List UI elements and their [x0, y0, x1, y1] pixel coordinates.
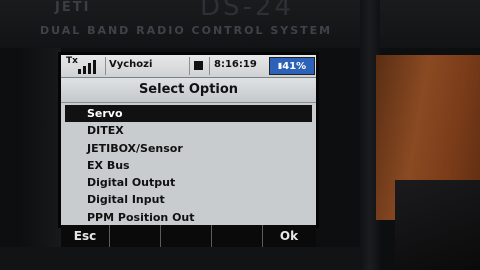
model-name: Vychozi — [109, 59, 153, 70]
divider — [189, 57, 190, 75]
option-list: Servo DITEX JETIBOX/Sensor EX Bus Digita… — [65, 105, 312, 225]
option-item-jetibox-sensor[interactable]: JETIBOX/Sensor — [65, 140, 312, 157]
brand-logo: JETI — [55, 0, 91, 15]
softkey-3[interactable] — [160, 225, 212, 247]
option-item-servo[interactable]: Servo — [65, 105, 312, 123]
ok-button[interactable]: Ok — [262, 225, 316, 247]
option-item-digital-output[interactable]: Digital Output — [65, 174, 312, 191]
option-item-ex-bus[interactable]: EX Bus — [65, 157, 312, 174]
radio-case-bottom — [0, 247, 360, 270]
esc-button[interactable]: Esc — [61, 225, 110, 247]
model-logo: DS-24 — [200, 0, 294, 22]
lcd-screen: Tx Vychozi 8:16:19 ▮41% Select Option Se… — [61, 55, 316, 225]
status-bar: Tx Vychozi 8:16:19 ▮41% — [61, 55, 316, 78]
connector-cable — [395, 180, 480, 270]
softkey-2[interactable] — [109, 225, 161, 247]
softkey-4[interactable] — [211, 225, 263, 247]
divider — [209, 57, 210, 75]
dialog-title: Select Option — [61, 78, 316, 103]
divider — [105, 57, 106, 75]
battery-indicator: ▮41% — [269, 57, 315, 75]
option-item-ppm-position-out[interactable]: PPM Position Out — [65, 209, 312, 225]
tx-label: Tx — [66, 56, 78, 66]
clock: 8:16:19 — [214, 59, 257, 70]
option-item-digital-input[interactable]: Digital Input — [65, 191, 312, 208]
battery-percent: 41% — [282, 61, 307, 72]
softkey-bar: Esc Ok — [61, 225, 316, 247]
signal-bars-icon — [78, 59, 102, 74]
brand-subtitle: DUAL BAND RADIO CONTROL SYSTEM — [40, 24, 333, 37]
left-bezel — [20, 48, 61, 270]
stop-square-icon — [194, 61, 203, 70]
option-item-ditex[interactable]: DITEX — [65, 122, 312, 139]
radio-case-top: JETI DS-24 DUAL BAND RADIO CONTROL SYSTE… — [0, 0, 480, 48]
